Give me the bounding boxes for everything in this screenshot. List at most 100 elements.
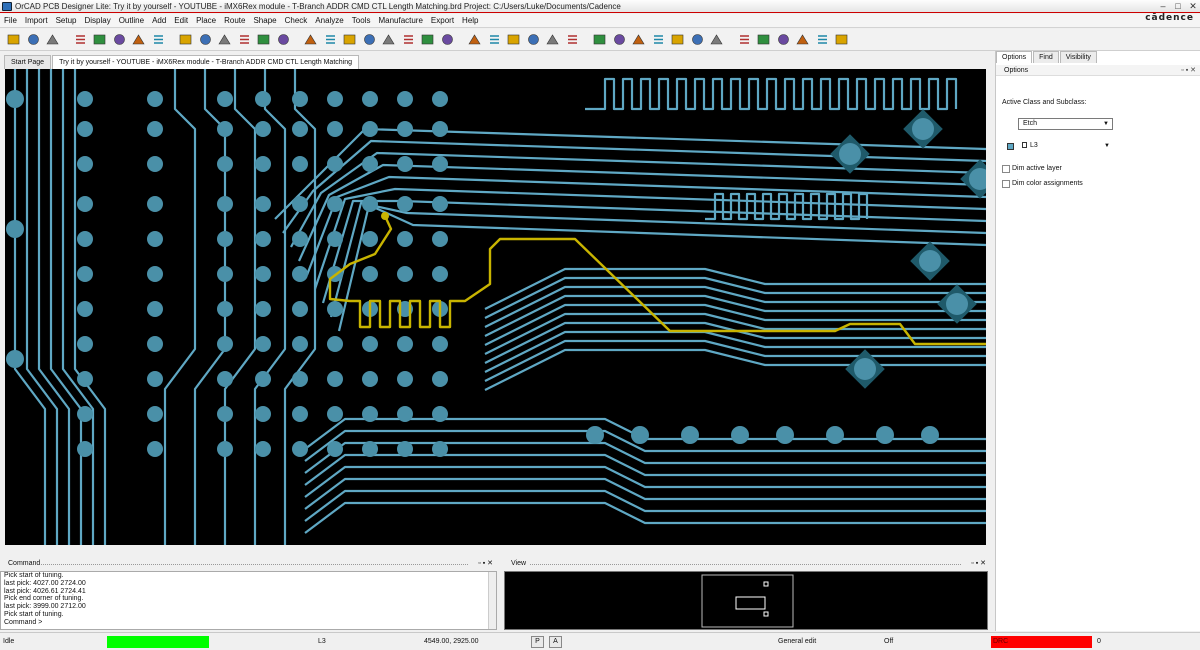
camera-icon[interactable] bbox=[815, 32, 830, 47]
bga-pad[interactable] bbox=[921, 426, 939, 444]
bga-pad[interactable] bbox=[255, 231, 271, 247]
bga-pad[interactable] bbox=[362, 371, 378, 387]
bga-pad[interactable] bbox=[362, 91, 378, 107]
bga-pad[interactable] bbox=[397, 91, 413, 107]
highlight-icon[interactable] bbox=[670, 32, 685, 47]
bga-pad[interactable] bbox=[362, 231, 378, 247]
pcb-canvas[interactable] bbox=[5, 69, 986, 545]
bga-pad[interactable] bbox=[255, 406, 271, 422]
stats-icon[interactable] bbox=[565, 32, 580, 47]
bga-pad[interactable] bbox=[432, 441, 448, 457]
meander-trace[interactable] bbox=[705, 192, 869, 221]
command-prompt[interactable]: Command > bbox=[1, 619, 496, 627]
bga-pad[interactable] bbox=[397, 336, 413, 352]
bga-pad[interactable] bbox=[77, 231, 93, 247]
menu-add[interactable]: Add bbox=[148, 16, 170, 25]
menu-check[interactable]: Check bbox=[281, 16, 312, 25]
command-window-controls[interactable]: ▫ ▪ ✕ bbox=[478, 559, 493, 569]
bga-pad[interactable] bbox=[397, 266, 413, 282]
dim-active-layer-checkbox[interactable] bbox=[1002, 165, 1010, 173]
bga-pad[interactable] bbox=[292, 406, 308, 422]
menu-import[interactable]: Import bbox=[21, 16, 52, 25]
bga-pad[interactable] bbox=[147, 121, 163, 137]
bga-pad[interactable] bbox=[292, 441, 308, 457]
bga-pad[interactable] bbox=[255, 266, 271, 282]
maximize-button[interactable]: □ bbox=[1173, 1, 1183, 11]
bga-pad[interactable] bbox=[77, 156, 93, 172]
dehighlight-icon[interactable] bbox=[690, 32, 705, 47]
bga-pad[interactable] bbox=[217, 406, 233, 422]
zoom-previous-icon[interactable] bbox=[401, 32, 416, 47]
bga-pad[interactable] bbox=[432, 231, 448, 247]
pick-button[interactable]: P bbox=[531, 636, 544, 648]
bga-pad[interactable] bbox=[432, 406, 448, 422]
tuned-trace[interactable] bbox=[328, 215, 986, 346]
menu-route[interactable]: Route bbox=[220, 16, 249, 25]
bga-pad[interactable] bbox=[292, 301, 308, 317]
trace[interactable] bbox=[304, 465, 986, 498]
trace[interactable] bbox=[37, 69, 71, 545]
menu-setup[interactable]: Setup bbox=[52, 16, 81, 25]
custom-smooth-icon[interactable] bbox=[276, 32, 291, 47]
bga-pad[interactable] bbox=[217, 266, 233, 282]
color-icon[interactable] bbox=[506, 32, 521, 47]
via[interactable] bbox=[839, 143, 861, 165]
bga-pad[interactable] bbox=[292, 231, 308, 247]
world-view[interactable] bbox=[504, 571, 988, 630]
bga-pad[interactable] bbox=[6, 90, 24, 108]
trace[interactable] bbox=[25, 69, 59, 545]
delay-tune-icon[interactable] bbox=[256, 32, 271, 47]
bga-pad[interactable] bbox=[255, 441, 271, 457]
bga-pad[interactable] bbox=[397, 231, 413, 247]
bga-pad[interactable] bbox=[77, 441, 93, 457]
via[interactable] bbox=[946, 293, 968, 315]
bga-pad[interactable] bbox=[432, 371, 448, 387]
tuned-trace-endpoint[interactable] bbox=[381, 212, 389, 220]
bga-pad[interactable] bbox=[327, 91, 343, 107]
bga-pad[interactable] bbox=[77, 91, 93, 107]
bga-pad[interactable] bbox=[77, 301, 93, 317]
bga-pad[interactable] bbox=[6, 220, 24, 238]
window-icon[interactable] bbox=[834, 32, 849, 47]
bga-pad[interactable] bbox=[292, 196, 308, 212]
dim-color-assignments-checkbox[interactable] bbox=[1002, 180, 1010, 188]
bga-pad[interactable] bbox=[217, 91, 233, 107]
close-button[interactable]: ✕ bbox=[1188, 1, 1198, 11]
menu-export[interactable]: Export bbox=[427, 16, 458, 25]
bga-pad[interactable] bbox=[255, 91, 271, 107]
trace[interactable] bbox=[282, 139, 986, 234]
bga-pad[interactable] bbox=[77, 266, 93, 282]
bga-pad[interactable] bbox=[217, 441, 233, 457]
slide-icon[interactable] bbox=[237, 32, 252, 47]
menu-edit[interactable]: Edit bbox=[170, 16, 192, 25]
panel-pin-icon[interactable]: ▫ ▪ ✕ bbox=[1181, 65, 1196, 76]
redo-icon[interactable] bbox=[151, 32, 166, 47]
bga-pad[interactable] bbox=[362, 441, 378, 457]
layer-icon[interactable] bbox=[526, 32, 541, 47]
bga-pad[interactable] bbox=[255, 371, 271, 387]
drc-icon[interactable] bbox=[592, 32, 607, 47]
trace[interactable] bbox=[313, 187, 986, 290]
bga-pad[interactable] bbox=[255, 121, 271, 137]
open-folder-icon[interactable] bbox=[26, 32, 41, 47]
snap-icon[interactable] bbox=[651, 32, 666, 47]
trace[interactable] bbox=[304, 453, 986, 486]
bga-pad[interactable] bbox=[327, 196, 343, 212]
delete-icon[interactable] bbox=[112, 32, 127, 47]
3d-view-icon[interactable] bbox=[487, 32, 502, 47]
trace[interactable] bbox=[13, 69, 47, 545]
view-top-icon[interactable] bbox=[737, 32, 752, 47]
subclass-select[interactable]: L3 ▼ bbox=[1018, 141, 1113, 153]
trace[interactable] bbox=[49, 69, 83, 545]
bga-pad[interactable] bbox=[77, 196, 93, 212]
unrats-icon[interactable] bbox=[323, 32, 338, 47]
bga-pad[interactable] bbox=[77, 371, 93, 387]
bga-pad[interactable] bbox=[6, 350, 24, 368]
view-window-controls[interactable]: ▫ ▪ ✕ bbox=[971, 559, 986, 569]
bga-pad[interactable] bbox=[586, 426, 604, 444]
bga-pad[interactable] bbox=[255, 196, 271, 212]
bga-pad[interactable] bbox=[362, 266, 378, 282]
bga-pad[interactable] bbox=[147, 156, 163, 172]
bga-pad[interactable] bbox=[362, 156, 378, 172]
bga-pad[interactable] bbox=[327, 371, 343, 387]
